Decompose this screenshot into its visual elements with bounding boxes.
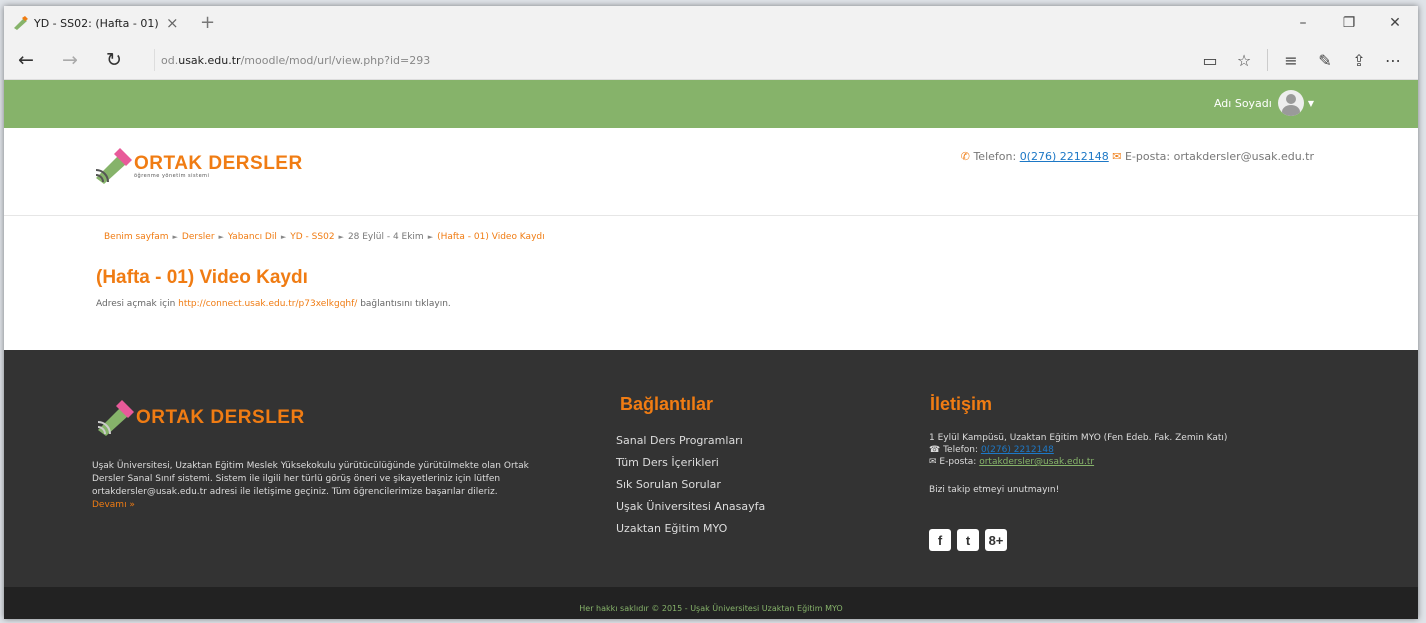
breadcrumb: Benim sayfam ► Dersler ► Yabancı Dil ► YD - SS… [104,232,545,242]
contact-title: İletişim [930,394,993,414]
google-plus-icon[interactable]: 8+ [985,529,1007,551]
breadcrumb-item[interactable]: (Hafta - 01) Video Kaydı [437,232,545,242]
footer-link[interactable]: Uşak Üniversitesi Anasayfa [616,496,765,518]
desc-prefix: Adresi açmak için [96,299,176,309]
read-more-link[interactable]: Devamı » [92,500,135,510]
footer-link[interactable]: Sık Sorulan Sorular [616,474,765,496]
resource-link[interactable]: http://connect.usak.edu.tr/p73xelkgqhf/ [178,299,357,309]
web-note-icon[interactable]: ✎ [1308,51,1342,70]
address-text: 1 Eylül Kampüsü, Uzaktan Eğitim MYO (Fen… [929,433,1228,443]
phone-link[interactable]: 0(276) 2212148 [1020,150,1109,163]
share-icon[interactable]: ⇪ [1342,51,1376,70]
url-path: /moodle/mod/url/view.php?id=293 [240,53,431,67]
phone-icon: ☎ [929,445,941,455]
address-bar: ← → ↻ od. usak.edu.tr/moodle/mod/url/view… [4,40,1418,80]
mail-icon: ✉ [1112,150,1122,163]
close-tab-icon[interactable]: × [166,14,179,32]
toolbar-divider [1267,49,1268,71]
footer-links: Sanal Ders Programları Tüm Ders İçerikle… [616,430,765,540]
twitter-icon[interactable]: t [957,529,979,551]
copyright-bar: Her hakkı saklıdır © 2015 - Uşak Ünivers… [4,587,1418,619]
tab-bar: YD - SS02: (Hafta - 01) V × + – ❐ ✕ [4,6,1418,40]
user-menu[interactable]: Adı Soyadı ▼ [1214,90,1314,116]
page-title: (Hafta - 01) Video Kaydı [96,267,308,288]
about-text: Uşak Üniversitesi, Uzaktan Eğitim Meslek… [92,461,529,497]
browser-tab[interactable]: YD - SS02: (Hafta - 01) V × [4,6,184,40]
footer-link[interactable]: Sanal Ders Programları [616,430,765,452]
phone-label: Telefon: [973,150,1017,163]
back-icon[interactable]: ← [4,49,48,71]
site-header: ORTAK DERSLER öğrenme yönetim sistemi ✆ … [4,128,1418,216]
url-prefix: od. [161,53,179,67]
logo-pencil-icon [95,148,132,184]
breadcrumb-item[interactable]: YD - SS02 [290,232,334,242]
favicon-icon [14,16,28,30]
page-description: Adresi açmak için http://connect.usak.ed… [96,299,451,309]
more-icon[interactable]: ⋯ [1376,51,1410,70]
email-label: E-posta: [1124,150,1171,163]
breadcrumb-separator-icon: ► [172,233,178,241]
url-field[interactable]: od. usak.edu.tr/moodle/mod/url/view.php?i… [154,49,1014,71]
reading-view-icon[interactable]: ▭ [1193,51,1227,70]
site-footer: ORTAK DERSLER Uşak Üniversitesi, Uzaktan… [4,350,1418,587]
desc-suffix: bağlantısını tıklayın. [360,299,451,309]
footer-logo[interactable]: ORTAK DERSLER [96,400,305,436]
phone-label: Telefon: [943,445,979,455]
hub-icon[interactable]: ≡ [1274,51,1308,70]
caret-down-icon: ▼ [1307,98,1314,108]
breadcrumb-item[interactable]: Yabancı Dil [228,232,277,242]
minimize-icon[interactable]: – [1280,6,1326,40]
url-domain: usak.edu.tr [178,53,241,67]
user-name: Adı Soyadı [1213,96,1272,110]
favorite-star-icon[interactable]: ☆ [1227,51,1261,70]
breadcrumb-separator-icon: ► [338,233,344,241]
breadcrumb-separator-icon: ► [427,233,434,241]
browser-toolbar: ▭ ☆ ≡ ✎ ⇪ ⋯ [1193,40,1410,80]
social-icons: f t 8+ [929,529,1007,551]
footer-link[interactable]: Uzaktan Eğitim MYO [616,518,765,540]
follow-text: Bizi takip etmeyi unutmayın! [929,485,1060,495]
footer-contact: 1 Eylül Kampüsü, Uzaktan Eğitim MYO (Fen… [929,432,1227,496]
footer-logo-text: ORTAK DERSLER [136,407,305,428]
logo-pencil-icon [97,400,134,436]
links-title: Bağlantılar [620,394,714,414]
breadcrumb-item[interactable]: Dersler [182,232,215,242]
forward-icon[interactable]: → [48,49,92,71]
breadcrumb-item: 28 Eylül - 4 Ekim [347,232,424,242]
breadcrumb-separator-icon: ► [218,233,224,241]
footer-phone-row: ☎ Telefon: 0(276) 2212148 [929,444,1227,456]
footer-phone-link[interactable]: 0(276) 2212148 [981,445,1054,455]
refresh-icon[interactable]: ↻ [92,49,136,71]
email-label: E-posta: [939,457,977,467]
new-tab-icon[interactable]: + [200,12,215,33]
tab-title: YD - SS02: (Hafta - 01) V [34,16,162,30]
facebook-icon[interactable]: f [929,529,951,551]
mail-icon: ✉ [929,457,937,467]
site-logo[interactable]: ORTAK DERSLER öğrenme yönetim sistemi [94,148,303,184]
footer-link[interactable]: Tüm Ders İçerikleri [616,452,765,474]
close-window-icon[interactable]: ✕ [1372,6,1418,40]
footer-email-link[interactable]: ortakdersler@usak.edu.tr [979,457,1094,467]
phone-icon: ✆ [960,150,970,163]
restore-icon[interactable]: ❐ [1326,6,1372,40]
breadcrumb-item[interactable]: Benim sayfam [104,232,169,242]
logo-text: ORTAK DERSLER [134,153,303,174]
window-controls: – ❐ ✕ [1280,6,1418,40]
breadcrumb-separator-icon: ► [280,233,287,241]
browser-window: YD - SS02: (Hafta - 01) V × + – ❐ ✕ ← → … [4,6,1418,619]
main-content: Benim sayfam ► Dersler ► Yabancı Dil ► YD - SS… [4,216,1418,350]
footer-email-row: ✉ E-posta: ortakdersler@usak.edu.tr [929,456,1227,468]
footer-about: Uşak Üniversitesi, Uzaktan Eğitim Meslek… [92,460,557,512]
site-topbar: Adı Soyadı ▼ [4,80,1418,128]
avatar-icon [1277,90,1304,116]
email-text: ortakdersler@usak.edu.tr [1173,150,1314,163]
header-contact: ✆ Telefon: 0(276) 2212148 ✉ E-posta: ort… [961,150,1314,163]
